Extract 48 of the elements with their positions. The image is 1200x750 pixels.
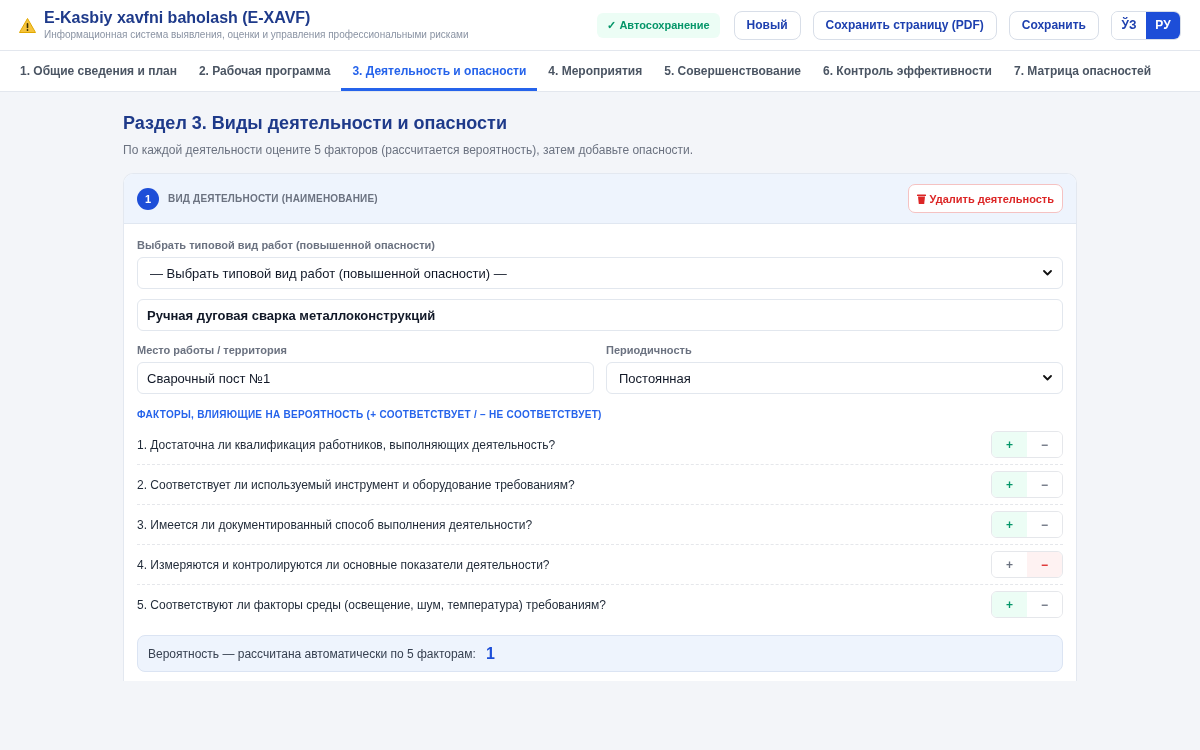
- answer-toggle[interactable]: + −: [991, 511, 1063, 538]
- section-tab[interactable]: 3. Деятельность и опасности: [341, 51, 538, 91]
- field-label: Место работы / территория: [137, 343, 288, 357]
- section-tab[interactable]: 4. Мероприятия: [537, 51, 654, 91]
- save-button[interactable]: Сохранить: [1008, 10, 1099, 40]
- minus-button[interactable]: −: [1027, 552, 1062, 577]
- answer-toggle[interactable]: + −: [991, 551, 1063, 578]
- workplace-field[interactable]: Сварочный пост №1: [137, 362, 594, 394]
- field-label: Периодичность: [606, 343, 693, 357]
- factor-question: 4. Измеряются и контролируются ли основные показатели деятельности?: [137, 557, 550, 572]
- answer-toggle[interactable]: + −: [991, 431, 1063, 458]
- app-title: E-Kasbiy xavfni baholash (E-XAVF): [44, 9, 312, 27]
- section-tab[interactable]: 7. Матрица опасностей: [1002, 51, 1163, 91]
- activity-name-field[interactable]: Ручная дуговая сварка металлоконструкций: [137, 299, 1063, 331]
- autosave-status: ✓ Автосохранение: [597, 12, 720, 38]
- section-description: По каждой деятельности оцените 5 факторов (рассчитается вероятность), затем добавьте опасности.: [123, 143, 695, 157]
- probability-label: Вероятность — рассчитана автоматически по 5 факторам:: [148, 646, 476, 661]
- factor-question: 2. Соответствует ли используемый инструмент и оборудование требованиям?: [137, 477, 575, 492]
- probability-value: 1: [485, 644, 495, 663]
- plus-button[interactable]: +: [992, 592, 1027, 617]
- section-tab[interactable]: 1. Общие сведения и план: [9, 51, 188, 91]
- section-tab[interactable]: 2. Рабочая программа: [187, 51, 342, 91]
- section-tab[interactable]: 5. Совершенствование: [653, 51, 812, 91]
- plus-button[interactable]: +: [992, 472, 1027, 497]
- field-label: Выбрать типовой вид работ (повышенной опасности): [137, 238, 436, 252]
- warning-icon: [19, 17, 36, 33]
- activity-heading: ВИД ДЕЯТЕЛЬНОСТИ (НАИМЕНОВАНИЕ): [168, 193, 378, 204]
- answer-toggle[interactable]: + −: [991, 591, 1063, 618]
- factor-question: 5. Соответствуют ли факторы среды (освещение, шум, температура) требованиям?: [137, 597, 607, 612]
- factor-question: 3. Имеется ли документированный способ выполнения деятельности?: [137, 517, 533, 532]
- chevron-down-icon: [1043, 270, 1052, 276]
- app-subtitle: Информационная система выявления, оценки и управления профессиональными рисками: [44, 29, 469, 41]
- new-button[interactable]: Новый: [733, 10, 801, 40]
- section-title: Раздел 3. Виды деятельности и опасности: [123, 112, 508, 134]
- trash-icon: [916, 193, 926, 204]
- factors-heading: ФАКТОРЫ, ВЛИЯЮЩИЕ НА ВЕРОЯТНОСТЬ (+ СООТВЕТСТВУЕТ / – НЕ СООТВЕТСТВУЕТ): [137, 408, 603, 421]
- save-pdf-button[interactable]: Сохранить страницу (PDF): [812, 10, 997, 40]
- plus-button[interactable]: +: [992, 432, 1027, 457]
- activity-number: 1: [137, 187, 159, 210]
- chevron-down-icon: [1043, 375, 1052, 381]
- answer-toggle[interactable]: + −: [991, 471, 1063, 498]
- section-tab[interactable]: 6. Контроль эффективности: [812, 51, 1003, 91]
- factor-question: 1. Достаточна ли квалификация работников, выполняющих деятельность?: [137, 437, 556, 452]
- language-option[interactable]: РУ: [1146, 11, 1180, 39]
- plus-button[interactable]: +: [992, 512, 1027, 537]
- periodicity-select[interactable]: Постоянная: [606, 362, 1063, 394]
- delete-activity-button[interactable]: Удалить деятельность: [907, 184, 1063, 213]
- work-type-select[interactable]: — Выбрать типовой вид работ (повышенной опасности) —: [137, 257, 1063, 289]
